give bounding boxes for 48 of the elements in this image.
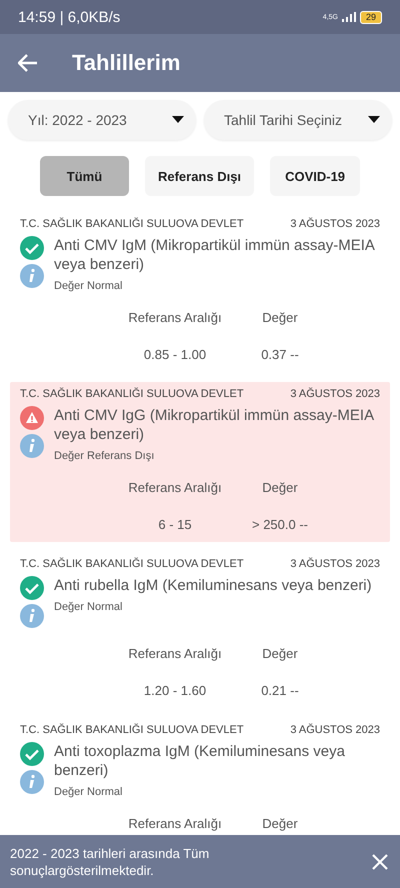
institution-name: T.C. SAĞLIK BAKANLIĞI SULUOVA DEVLET: [20, 724, 244, 736]
column-label: Referans Aralığı: [128, 816, 222, 831]
result-value: 0.37 --: [261, 347, 299, 362]
info-icon[interactable]: [20, 434, 44, 458]
result-status: Değer Normal: [54, 601, 124, 613]
caret-icon: [368, 116, 380, 124]
dropdown[interactable]: Yıl: 2022 - 2023: [8, 100, 196, 140]
test-name: Anti rubella IgM (Kemiluminesans veya benzeri): [54, 576, 372, 595]
filter-tab[interactable]: COVID-19: [270, 156, 360, 196]
result-date: 3 AĞUSTOS 2023: [290, 218, 380, 230]
column-label: Değer: [262, 816, 298, 831]
signal-icon: [342, 12, 356, 22]
filter-tab[interactable]: Tümü: [40, 156, 129, 196]
column-label: Referans Aralığı: [128, 646, 222, 661]
column-label: Referans Aralığı: [128, 480, 222, 495]
caret-icon: [172, 116, 184, 124]
reference-range: 6 - 15: [158, 517, 192, 532]
result-status: Değer Normal: [54, 280, 124, 292]
test-name: Anti toxoplazma IgM (Kemiluminesans veya benzeri): [54, 742, 346, 780]
result-status: Değer Normal: [54, 786, 124, 798]
result-date: 3 AĞUSTOS 2023: [290, 388, 380, 400]
status-time: 14:59 | 6,0KB/s: [18, 8, 120, 26]
back-button[interactable]: [18, 54, 38, 72]
info-icon[interactable]: [20, 770, 44, 794]
result-value: 0.21 --: [261, 683, 299, 698]
institution-name: T.C. SAĞLIK BAKANLIĞI SULUOVA DEVLET: [20, 558, 244, 570]
institution-name: T.C. SAĞLIK BAKANLIĞI SULUOVA DEVLET: [20, 218, 244, 230]
info-icon[interactable]: [20, 264, 44, 288]
battery-level: 29: [360, 10, 382, 24]
result-status: Değer Referans Dışı: [54, 450, 156, 462]
filter-tab[interactable]: Referans Dışı: [144, 156, 254, 196]
reference-range: 0.85 - 1.00: [144, 347, 206, 362]
test-name: Anti CMV IgM (Mikropartikül immün assay-MEIA veya benzeri): [54, 236, 376, 274]
test-name: Anti CMV IgG (Mikropartikül immün assay-MEIA veya benzeri): [54, 406, 375, 444]
result-date: 3 AĞUSTOS 2023: [290, 558, 380, 570]
page-title: Tahlillerim: [72, 50, 180, 76]
close-button[interactable]: [372, 854, 388, 870]
reference-range: 1.20 - 1.60: [144, 683, 206, 698]
result-value: > 250.0 --: [252, 517, 308, 532]
column-label: Referans Aralığı: [128, 310, 222, 325]
column-label: Değer: [262, 646, 298, 661]
column-label: Değer: [262, 310, 298, 325]
dropdown[interactable]: Tahlil Tarihi Seçiniz: [204, 100, 392, 140]
snackbar-message: 2022 - 2023 tarihleri arasında Tüm sonuçlargösterilmektedir.: [10, 844, 210, 878]
institution-name: T.C. SAĞLIK BAKANLIĞI SULUOVA DEVLET: [20, 388, 244, 400]
column-label: Değer: [262, 480, 298, 495]
info-icon[interactable]: [20, 604, 44, 628]
result-date: 3 AĞUSTOS 2023: [290, 724, 380, 736]
